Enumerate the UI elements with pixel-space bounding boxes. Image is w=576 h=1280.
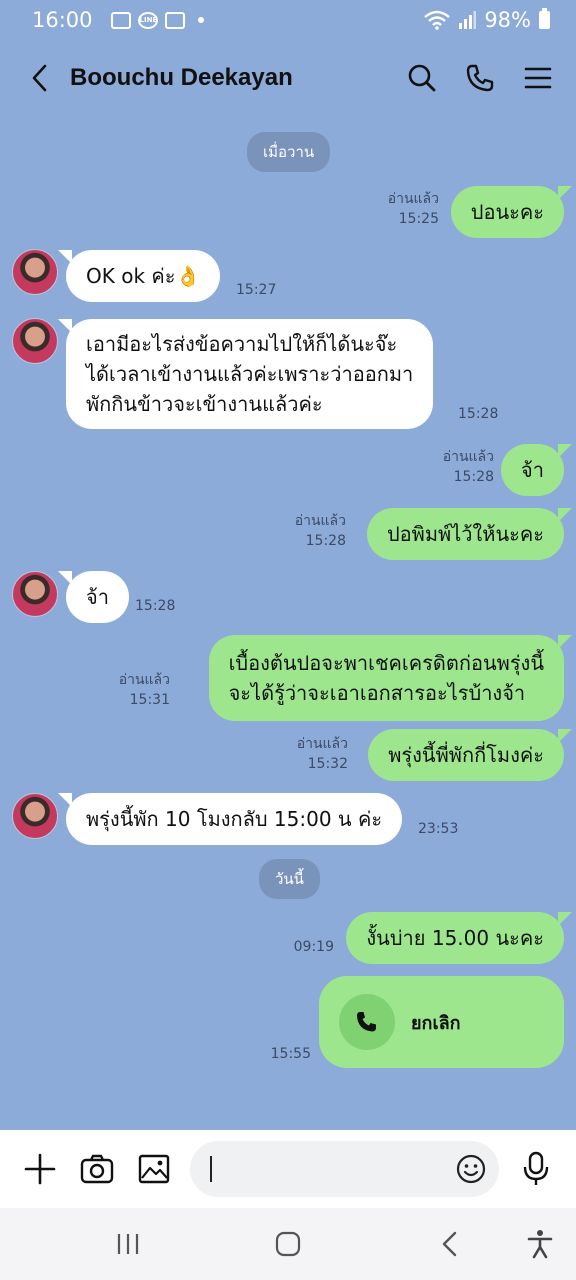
message-line: เอามีอะไรส่งข้อความไปให้ก็ได้นะจ๊ะ (86, 332, 398, 356)
contact-avatar[interactable] (12, 249, 58, 295)
message-line: จะได้รู้ว่าจะเอาเอกสารอะไรบ้างจ้า (228, 681, 526, 705)
search-icon (408, 64, 436, 92)
call-message[interactable]: ยกเลิก (319, 976, 564, 1068)
voicemail-notification-icon (164, 11, 185, 29)
recent-apps-button[interactable] (98, 1214, 158, 1274)
date-separator: วันนี้ (259, 859, 320, 899)
text-cursor (209, 1156, 212, 1182)
phone-icon (466, 64, 494, 92)
chat-area[interactable]: เมื่อวาน อ่านแล้ว 15:25 ปอนะคะ OK ok ค่ะ… (0, 116, 576, 1130)
message-line: เบื้องต้นปอจะพาเชคเครดิตก่อนพรุ่งนี้ (228, 651, 544, 675)
outgoing-message[interactable]: งั้นบ่าย 15.00 นะคะ (346, 912, 572, 964)
camera-icon (80, 1154, 114, 1184)
message-time: 15:31 (129, 692, 170, 708)
read-receipt: อ่านแล้ว (294, 513, 346, 529)
message-line: ได้เวลาเข้างานแล้วค่ะเพราะว่าออกมา (86, 362, 414, 386)
read-receipt: อ่านแล้ว (387, 191, 439, 207)
search-button[interactable] (404, 60, 440, 96)
voice-button[interactable] (517, 1149, 556, 1189)
message-meta: อ่านแล้ว 15:32 (297, 734, 348, 774)
message-time: 23:53 (418, 821, 459, 837)
read-receipt: อ่านแล้ว (118, 672, 170, 688)
message-time: 15:25 (398, 211, 439, 227)
emoji-icon[interactable] (455, 1153, 487, 1185)
battery-percent: 98% (484, 8, 531, 32)
incoming-message[interactable]: เอามีอะไรส่งข้อความไปให้ก็ได้นะจ๊ะ ได้เว… (57, 319, 434, 429)
message-input[interactable] (215, 1158, 455, 1180)
system-back-button[interactable] (420, 1214, 480, 1274)
outgoing-message[interactable]: ปอนะคะ (450, 186, 573, 238)
message-meta: อ่านแล้ว 15:25 (388, 189, 439, 229)
image-icon (139, 1154, 170, 1184)
add-button[interactable] (20, 1149, 59, 1189)
message-input-bar (0, 1130, 576, 1208)
menu-button[interactable] (520, 60, 556, 96)
call-button[interactable] (462, 60, 498, 96)
outgoing-message[interactable]: พรุ่งนี้พี่พักกี่โมงค่ะ (368, 729, 572, 781)
chevron-left-icon (32, 64, 47, 92)
message-time: 15:32 (307, 756, 348, 772)
message-time: 15:28 (458, 406, 499, 422)
phone-icon (357, 1012, 376, 1032)
signal-icon (459, 11, 477, 29)
hamburger-menu-icon (524, 67, 552, 89)
call-icon-circle (339, 994, 395, 1050)
gallery-notification-icon (110, 11, 131, 29)
message-line: พักกินข้าวจะเข้างานแล้วค่ะ (86, 392, 323, 416)
camera-button[interactable] (77, 1149, 116, 1189)
incoming-message[interactable]: จ้า (58, 571, 129, 623)
battery-icon (539, 8, 550, 29)
line-notification-icon: LINE (137, 11, 158, 29)
message-meta: อ่านแล้ว 15:28 (443, 447, 494, 487)
incoming-message[interactable]: OK ok ค่ะ👌 (57, 250, 221, 302)
outgoing-message[interactable]: ปอพิมพ์ไว้ให้นะคะ (366, 508, 573, 560)
read-receipt: อ่านแล้ว (442, 449, 494, 465)
message-time: 15:28 (453, 469, 494, 485)
back-button[interactable] (20, 58, 60, 98)
more-notifications-icon (197, 17, 204, 23)
message-time: 15:28 (135, 598, 176, 614)
back-arrow-icon (442, 1231, 457, 1257)
message-meta: อ่านแล้ว 15:31 (119, 670, 170, 710)
contact-avatar[interactable] (12, 793, 58, 839)
message-time: 09:19 (293, 939, 334, 955)
microphone-icon (524, 1151, 549, 1185)
message-meta: อ่านแล้ว 15:28 (295, 511, 346, 551)
home-button[interactable] (258, 1214, 318, 1274)
contact-name[interactable]: Boouchu Deekayan (70, 64, 293, 92)
outgoing-message[interactable]: เบื้องต้นปอจะพาเชคเครดิตก่อนพรุ่งนี้ จะไ… (208, 635, 573, 721)
call-status-label: ยกเลิก (411, 1012, 461, 1034)
plus-icon (24, 1153, 55, 1185)
incoming-message[interactable]: พรุ่งนี้พัก 10 โมงกลับ 15:00 น ค่ะ (57, 793, 403, 845)
recent-apps-icon (117, 1234, 139, 1254)
accessibility-icon (527, 1230, 553, 1259)
gallery-button[interactable] (135, 1149, 174, 1189)
wifi-icon (424, 10, 451, 30)
chat-header: Boouchu Deekayan (0, 40, 576, 116)
status-bar: 16:00 LINE 98% (0, 0, 576, 40)
message-field[interactable] (189, 1141, 499, 1197)
message-time: 15:27 (236, 282, 277, 298)
system-navigation-bar (0, 1208, 576, 1280)
read-receipt: อ่านแล้ว (296, 736, 348, 752)
status-time: 16:00 (32, 8, 93, 32)
message-time: 15:55 (270, 1046, 311, 1062)
accessibility-button[interactable] (510, 1214, 570, 1274)
contact-avatar[interactable] (12, 571, 58, 617)
date-separator: เมื่อวาน (247, 132, 331, 172)
message-time: 15:28 (305, 533, 346, 549)
contact-avatar[interactable] (12, 318, 58, 364)
home-icon (275, 1231, 301, 1257)
outgoing-message[interactable]: จ้า (501, 444, 572, 496)
